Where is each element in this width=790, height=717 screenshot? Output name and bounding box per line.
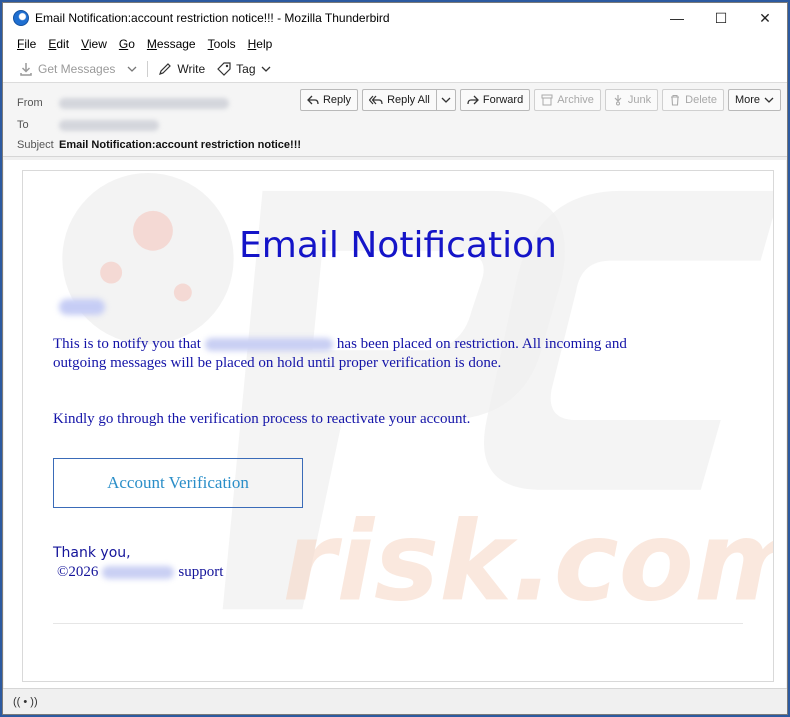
get-messages-icon [20,62,32,76]
menu-help[interactable]: Help [242,37,279,51]
title-bar: Email Notification:account restriction n… [3,3,787,33]
chevron-down-icon [261,66,270,72]
email-content: risk.com Email Notification This is to n… [22,170,774,682]
menu-tools[interactable]: Tools [202,37,242,51]
maximize-button[interactable]: ☐ [699,3,743,33]
more-button[interactable]: More [727,89,781,111]
get-messages-dropdown[interactable] [121,61,143,77]
window-title: Email Notification:account restriction n… [35,11,390,25]
tag-icon [217,61,231,76]
from-address-redacted [59,97,229,109]
menu-go[interactable]: Go [113,37,141,51]
toolbar-separator [147,60,149,77]
main-toolbar: Get Messages Write Tag [3,55,787,83]
reply-all-dropdown[interactable] [435,89,456,111]
menu-message[interactable]: Message [141,37,202,51]
reply-icon [307,95,319,105]
reply-all-group: Reply All [362,89,456,111]
chevron-down-icon [764,97,774,103]
reply-all-button[interactable]: Reply All [362,89,436,111]
minimize-button[interactable]: — [655,3,699,33]
to-address-redacted [59,119,159,131]
email-title: Email Notification [239,225,557,266]
window-controls: — ☐ ✕ [655,3,787,33]
menu-file[interactable]: File [11,37,42,51]
delete-button[interactable]: Delete [662,89,724,111]
junk-button[interactable]: Junk [604,89,659,111]
message-body-pane[interactable]: risk.com Email Notification This is to n… [4,160,786,688]
get-messages-button[interactable]: Get Messages [13,59,121,79]
trash-icon [671,94,680,106]
thunderbird-window: Email Notification:account restriction n… [2,2,788,715]
subject-text: Email Notification:account restriction n… [59,139,302,151]
chevron-down-icon [127,66,137,72]
to-label: To [17,119,29,131]
junk-icon [614,95,622,106]
menu-edit[interactable]: Edit [42,37,75,51]
connection-status-icon[interactable]: (( • )) [13,696,38,708]
write-button[interactable]: Write [152,59,211,79]
menu-view[interactable]: View [75,37,113,51]
footer-divider [53,623,743,624]
forward-button[interactable]: Forward [459,89,531,111]
company-name-redacted [102,566,175,579]
restriction-paragraph: This is to notify you that has been place… [53,336,627,371]
menu-bar: File Edit View Go Message Tools Help [3,33,787,55]
recipient-name-redacted [59,299,105,315]
verification-paragraph: Kindly go through the verification proce… [53,411,471,427]
archive-button[interactable]: Archive [534,89,601,111]
from-label: From [17,97,43,109]
close-button[interactable]: ✕ [743,3,787,33]
archive-icon [541,94,553,106]
header-actions: Reply Reply All Forward Archive Junk Del… [299,89,781,111]
tag-button[interactable]: Tag [211,59,276,79]
message-header: From To Subject Email Notification:accou… [3,83,787,157]
status-bar: (( • )) [3,688,787,714]
to-row: To [17,115,159,135]
account-verification-button[interactable]: Account Verification [53,458,303,508]
forward-icon [467,95,479,105]
thanks-text: Thank you, [53,545,131,561]
subject-label: Subject [17,139,54,151]
watermark-text: risk.com [282,497,773,625]
thunderbird-app-icon [13,10,29,26]
pencil-icon [159,62,172,75]
reply-button[interactable]: Reply [299,89,359,111]
chevron-down-icon [441,97,451,103]
reply-all-icon [369,95,383,105]
subject-row: Subject Email Notification:account restr… [17,135,301,155]
from-row: From [17,93,229,113]
copyright-line: ©2026 support [57,564,224,580]
email-address-redacted [204,338,333,352]
